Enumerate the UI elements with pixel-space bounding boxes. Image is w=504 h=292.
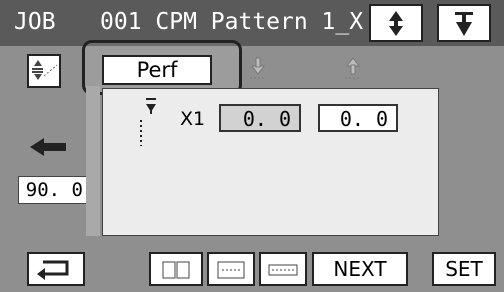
down-arrow-icon — [455, 12, 473, 36]
strip-icon — [268, 264, 298, 276]
perforation-down-icon[interactable] — [246, 52, 270, 88]
next-button[interactable]: NEXT — [312, 252, 408, 286]
scroll-down-button[interactable] — [437, 4, 491, 42]
scroll-up-button[interactable] — [369, 4, 423, 42]
pattern-title: 001 CPM Pattern 1_X — [100, 9, 364, 35]
fold-diagram-icon — [32, 60, 58, 80]
job-label: JOB — [14, 9, 56, 35]
perforation-up-icon[interactable] — [341, 52, 365, 88]
strip-view-button[interactable] — [259, 252, 307, 286]
value-field-white[interactable]: 0. 0 — [318, 104, 398, 132]
return-icon — [37, 260, 69, 280]
back-button[interactable] — [27, 252, 85, 286]
book-view-button[interactable] — [149, 252, 203, 286]
position-value[interactable]: 90. 0 — [18, 176, 88, 204]
sheet-view-button[interactable] — [207, 252, 255, 286]
up-down-arrow-icon — [389, 11, 403, 36]
left-arrow-icon[interactable] — [26, 134, 70, 160]
mode-toggle-button[interactable] — [27, 54, 61, 88]
value-field-gray[interactable]: 0. 0 — [219, 104, 301, 132]
position-marker-icon — [140, 98, 156, 146]
perf-tab-button[interactable]: Perf — [102, 55, 212, 85]
set-button[interactable]: SET — [432, 252, 496, 286]
sheet-icon — [217, 261, 245, 279]
book-icon — [162, 261, 190, 279]
side-strip — [86, 86, 100, 236]
title-bar: JOB 001 CPM Pattern 1_X — [0, 0, 504, 46]
axis-label: X1 — [180, 108, 206, 130]
